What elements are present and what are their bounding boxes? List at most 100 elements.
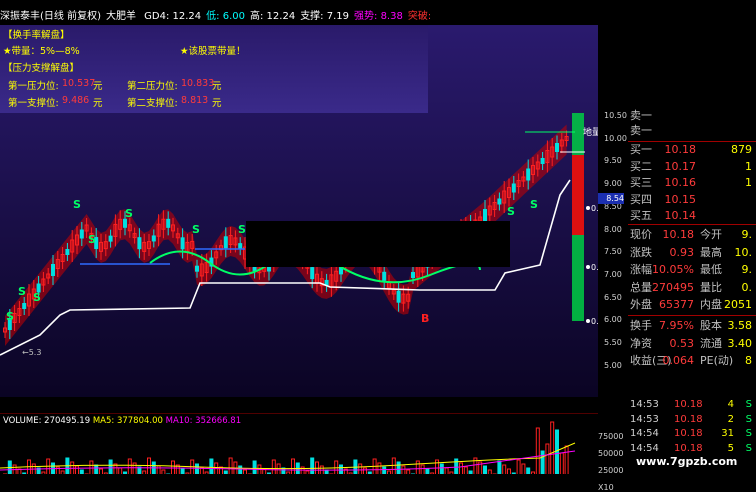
row-label: 卖一 xyxy=(630,124,652,137)
price-tick-label: 7.50 xyxy=(604,247,622,257)
buy-row: 买四 10.15 xyxy=(628,192,756,208)
p1-value: 10.537 xyxy=(62,78,96,89)
s1-label: 第一支撑位: xyxy=(8,98,59,109)
price-tick-label: 10.50 xyxy=(604,111,627,120)
watermark: www.7gpzb.com xyxy=(636,455,738,468)
candle-body xyxy=(497,198,502,205)
title-item-3: 支撑: 7.19 xyxy=(300,11,350,22)
s-signal: S xyxy=(88,233,96,246)
tick-dir: S xyxy=(745,413,752,425)
row-value-2: 9. xyxy=(741,263,753,276)
buy-row: 买五 10.14 xyxy=(628,208,756,224)
sell-row: 卖一 xyxy=(628,108,756,124)
top-menu-strip xyxy=(0,0,756,8)
row-label-2: 流通 xyxy=(700,336,722,350)
tick-qty: 31 xyxy=(721,428,734,439)
p2-value: 10.833 xyxy=(181,78,215,89)
p1-unit: 元 xyxy=(93,81,103,92)
p2-unit: 元 xyxy=(212,81,222,92)
price-tick-label: 9.50 xyxy=(604,156,622,166)
tick-row: 14:53 10.18 4 S xyxy=(628,398,756,412)
candle-body xyxy=(526,168,531,181)
candle-body xyxy=(511,183,516,193)
stock-name[interactable]: 深振泰丰(日线 前复权) xyxy=(0,11,101,22)
price-tick-label: 5.00 xyxy=(604,360,622,370)
candle-body xyxy=(223,236,228,249)
s-signal: S xyxy=(33,291,41,304)
title-item-1: 低: 6.00 xyxy=(206,11,245,22)
s-signal: S xyxy=(18,285,26,298)
candle-body xyxy=(51,264,55,276)
row-value-2: 9. xyxy=(741,228,753,241)
price-tick-label: 9.00 xyxy=(604,179,622,189)
candle-body xyxy=(123,218,127,228)
indicator-name[interactable]: 大肥羊 xyxy=(106,11,136,22)
s2-value: 8.813 xyxy=(181,95,209,106)
separator xyxy=(628,224,756,225)
s-signal: S xyxy=(192,223,200,236)
stat-row: 总量 270495 量比 0. xyxy=(628,280,756,296)
price-tick-label: 7.00 xyxy=(604,269,622,279)
s2-unit: 元 xyxy=(212,98,222,109)
tick-dir: S xyxy=(745,399,752,410)
stat-row: 涨幅 10.05% 最低 9. xyxy=(628,262,756,278)
row-label: 买二 xyxy=(630,159,652,173)
bottom-scroll-bar[interactable] xyxy=(0,474,598,487)
row-value: 0.064 xyxy=(662,354,695,367)
row-value-2: 3.58 xyxy=(727,319,753,332)
volume-tick-label: 25000 xyxy=(598,466,624,475)
top-tag: 地量 xyxy=(583,126,598,138)
stat-row: 收益(三) 0.064 PE(动) 8 xyxy=(628,353,756,369)
level-label: 0. xyxy=(591,263,598,272)
row-label-2: 最高 xyxy=(700,245,722,259)
candle-body xyxy=(22,303,27,309)
tick-qty: 4 xyxy=(727,399,734,410)
tick-panel: 14:53 10.18 4 S 14:53 10.18 2 S 14:54 10.18 31 S 14:… xyxy=(628,398,756,454)
candle-body xyxy=(79,229,84,239)
p1-label: 第一压力位: xyxy=(8,81,59,92)
s-signal: S xyxy=(73,198,81,211)
row-value: 270495 xyxy=(652,280,694,294)
low-label: ←5.3 xyxy=(22,348,41,357)
tick-row: 14:53 10.18 2 S xyxy=(628,413,756,427)
price-axis: 10.50 10.00 9.50 9.00 8.50 8.00 7.50 7.00 6.50 6.… xyxy=(598,108,628,492)
tick-price: 10.18 xyxy=(674,428,703,439)
row-label: 换手 xyxy=(630,319,652,332)
title-item-0: GD4: 12.24 xyxy=(144,11,202,22)
candle-body xyxy=(65,249,70,255)
row-price: 10.17 xyxy=(664,159,697,173)
tick-time: 14:53 xyxy=(630,399,659,410)
row-label: 外盘 xyxy=(630,298,652,311)
band-note: ★该股票带量！ xyxy=(180,46,246,57)
row-label-2: PE(动) xyxy=(700,354,734,367)
candle-body xyxy=(555,143,559,152)
s1-unit: 元 xyxy=(93,98,103,109)
candle-body xyxy=(411,272,415,278)
tick-price: 10.18 xyxy=(674,442,703,454)
buy-row: 买二 10.17 1 xyxy=(628,159,756,175)
analysis-info-panel: 【换手率解盘】 ★带量：5%—8% ★该股票带量！ 【压力支撑解盘】 第一压力位… xyxy=(0,25,428,113)
buy-row: 买一 10.18 879 xyxy=(628,142,756,158)
row-label-2: 最低 xyxy=(700,263,722,276)
row-label: 卖一 xyxy=(630,109,652,122)
tick-qty: 2 xyxy=(727,413,734,425)
row-label: 买四 xyxy=(630,192,652,206)
row-price: 10.16 xyxy=(664,176,697,189)
title-item-2: 高: 12.24 xyxy=(250,11,296,22)
row-value: 0.53 xyxy=(669,336,695,350)
price-tick-label: 6.50 xyxy=(604,292,622,302)
row-value: 10.18 xyxy=(662,228,695,241)
row-value: 65377 xyxy=(659,298,694,311)
s-signal: S xyxy=(530,198,538,211)
separator xyxy=(628,315,756,316)
level-label: 0. xyxy=(591,204,598,213)
tick-time: 14:53 xyxy=(630,413,659,425)
row-value-2: 10. xyxy=(734,245,753,259)
candle-body xyxy=(137,237,142,250)
volume-chart[interactable]: VOLUME: 270495.19 MA5: 377804.00 MA10: 3… xyxy=(0,413,598,480)
row-volume: 1 xyxy=(745,159,752,173)
current-price-marker: 8.54 xyxy=(598,193,624,204)
tick-dir: S xyxy=(745,428,752,439)
candle-body xyxy=(108,235,113,242)
level-dot xyxy=(586,319,590,323)
